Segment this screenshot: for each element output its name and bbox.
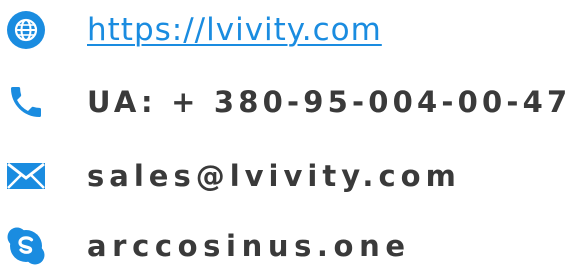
phone-icon (4, 80, 48, 124)
contact-row-skype: arccosinus.one (0, 216, 582, 276)
mail-icon (4, 154, 48, 198)
contact-row-email: sales@lvivity.com (0, 146, 582, 206)
contact-row-website: https://lvivity.com (0, 0, 582, 60)
skype-icon (4, 224, 48, 268)
website-link[interactable]: https://lvivity.com (87, 0, 382, 60)
phone-number: UA: + 380-95-004-00-47 (87, 85, 572, 119)
contact-row-phone: UA: + 380-95-004-00-47 (0, 72, 582, 132)
globe-icon (4, 8, 48, 52)
skype-username[interactable]: arccosinus.one (87, 216, 411, 276)
email-link[interactable]: sales@lvivity.com (87, 146, 461, 206)
